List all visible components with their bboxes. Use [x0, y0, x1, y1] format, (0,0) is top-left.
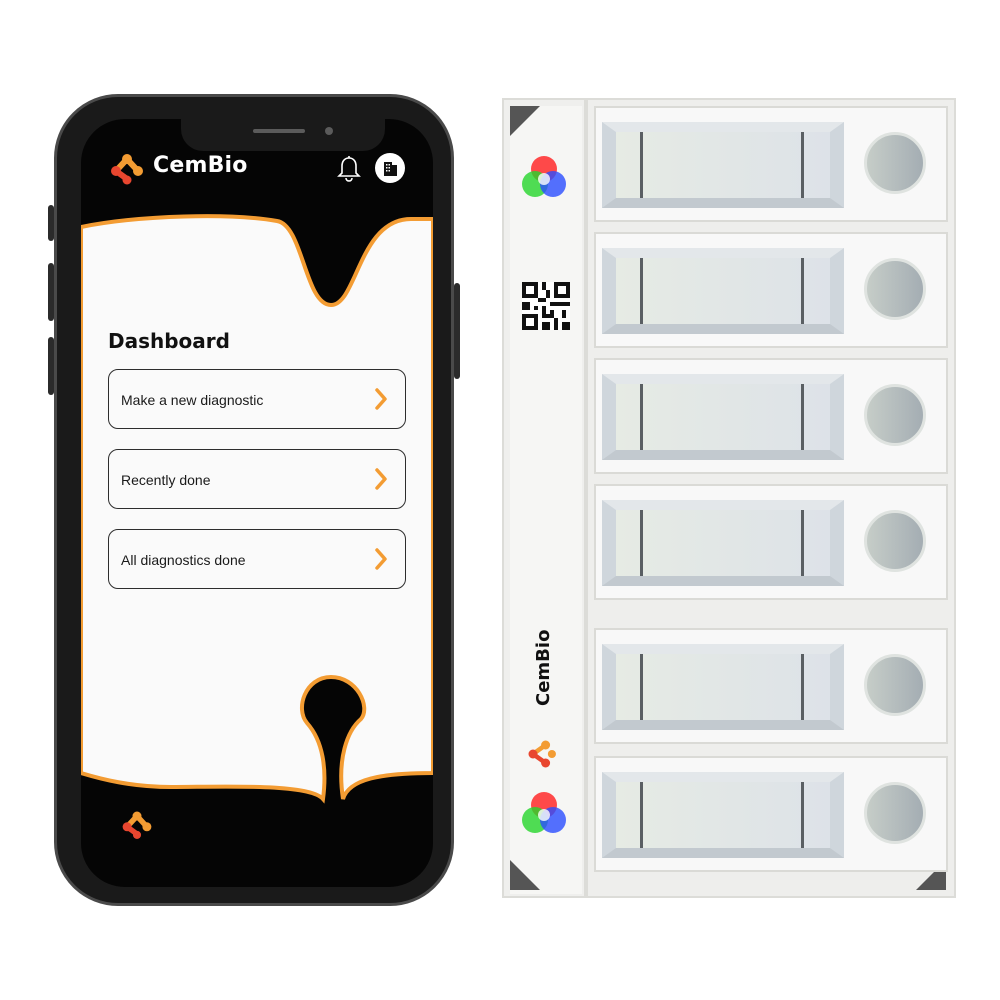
- phone-speaker: [253, 129, 305, 133]
- slot-button[interactable]: [864, 782, 926, 844]
- sample-slot-5[interactable]: [594, 628, 948, 744]
- sample-well: [602, 500, 844, 586]
- chevron-right-icon: [375, 388, 387, 410]
- sample-well: [602, 374, 844, 460]
- phone-silent-switch: [48, 205, 54, 241]
- corner-bracket: [510, 106, 540, 136]
- cembio-logo-icon: [111, 154, 143, 185]
- phone-camera: [325, 127, 333, 135]
- device-side-rail: [502, 98, 586, 898]
- phone-volume-up: [48, 263, 54, 321]
- phone-frame: CemBio Dashboard Make a new diagnostic R…: [48, 94, 460, 906]
- menu-item-label: All diagnostics done: [121, 552, 246, 568]
- device-side-rail-panel: [510, 106, 582, 894]
- rgb-circles-icon: [522, 156, 566, 197]
- sample-well: [602, 122, 844, 208]
- building-icon: [384, 162, 397, 176]
- corner-bracket: [510, 860, 540, 890]
- menu-item-new-diagnostic[interactable]: Make a new diagnostic: [108, 369, 406, 429]
- bell-icon[interactable]: [336, 155, 362, 183]
- sample-slot-6[interactable]: [594, 756, 948, 872]
- avatar[interactable]: [375, 153, 405, 183]
- slot-button[interactable]: [864, 384, 926, 446]
- sample-well: [602, 772, 844, 858]
- diagnostic-device: CemBio: [502, 98, 956, 898]
- chevron-right-icon: [375, 548, 387, 570]
- brand-name: CemBio: [153, 153, 248, 178]
- slot-button[interactable]: [864, 132, 926, 194]
- sample-slot-4[interactable]: [594, 484, 948, 600]
- sample-slot-3[interactable]: [594, 358, 948, 474]
- sample-slot-1[interactable]: [594, 106, 948, 222]
- page-title: Dashboard: [108, 329, 230, 353]
- chevron-right-icon: [375, 468, 387, 490]
- menu-item-recently-done[interactable]: Recently done: [108, 449, 406, 509]
- slot-button[interactable]: [864, 258, 926, 320]
- sample-well: [602, 644, 844, 730]
- menu-item-label: Recently done: [121, 472, 211, 488]
- menu-item-label: Make a new diagnostic: [121, 392, 264, 408]
- menu-item-all-diagnostics[interactable]: All diagnostics done: [108, 529, 406, 589]
- slot-button[interactable]: [864, 510, 926, 572]
- device-brand-label: CemBio: [533, 629, 554, 706]
- phone-power-button: [454, 283, 460, 379]
- rgb-circles-icon: [522, 792, 566, 833]
- cembio-logo-icon: [528, 740, 556, 768]
- phone-notch: [181, 119, 385, 151]
- qr-code-icon: [522, 282, 570, 330]
- phone-screen: CemBio Dashboard Make a new diagnostic R…: [81, 119, 433, 887]
- sample-slot-2[interactable]: [594, 232, 948, 348]
- sample-well: [602, 248, 844, 334]
- slot-button[interactable]: [864, 654, 926, 716]
- cembio-logo-icon[interactable]: [119, 807, 155, 843]
- phone-volume-down: [48, 337, 54, 395]
